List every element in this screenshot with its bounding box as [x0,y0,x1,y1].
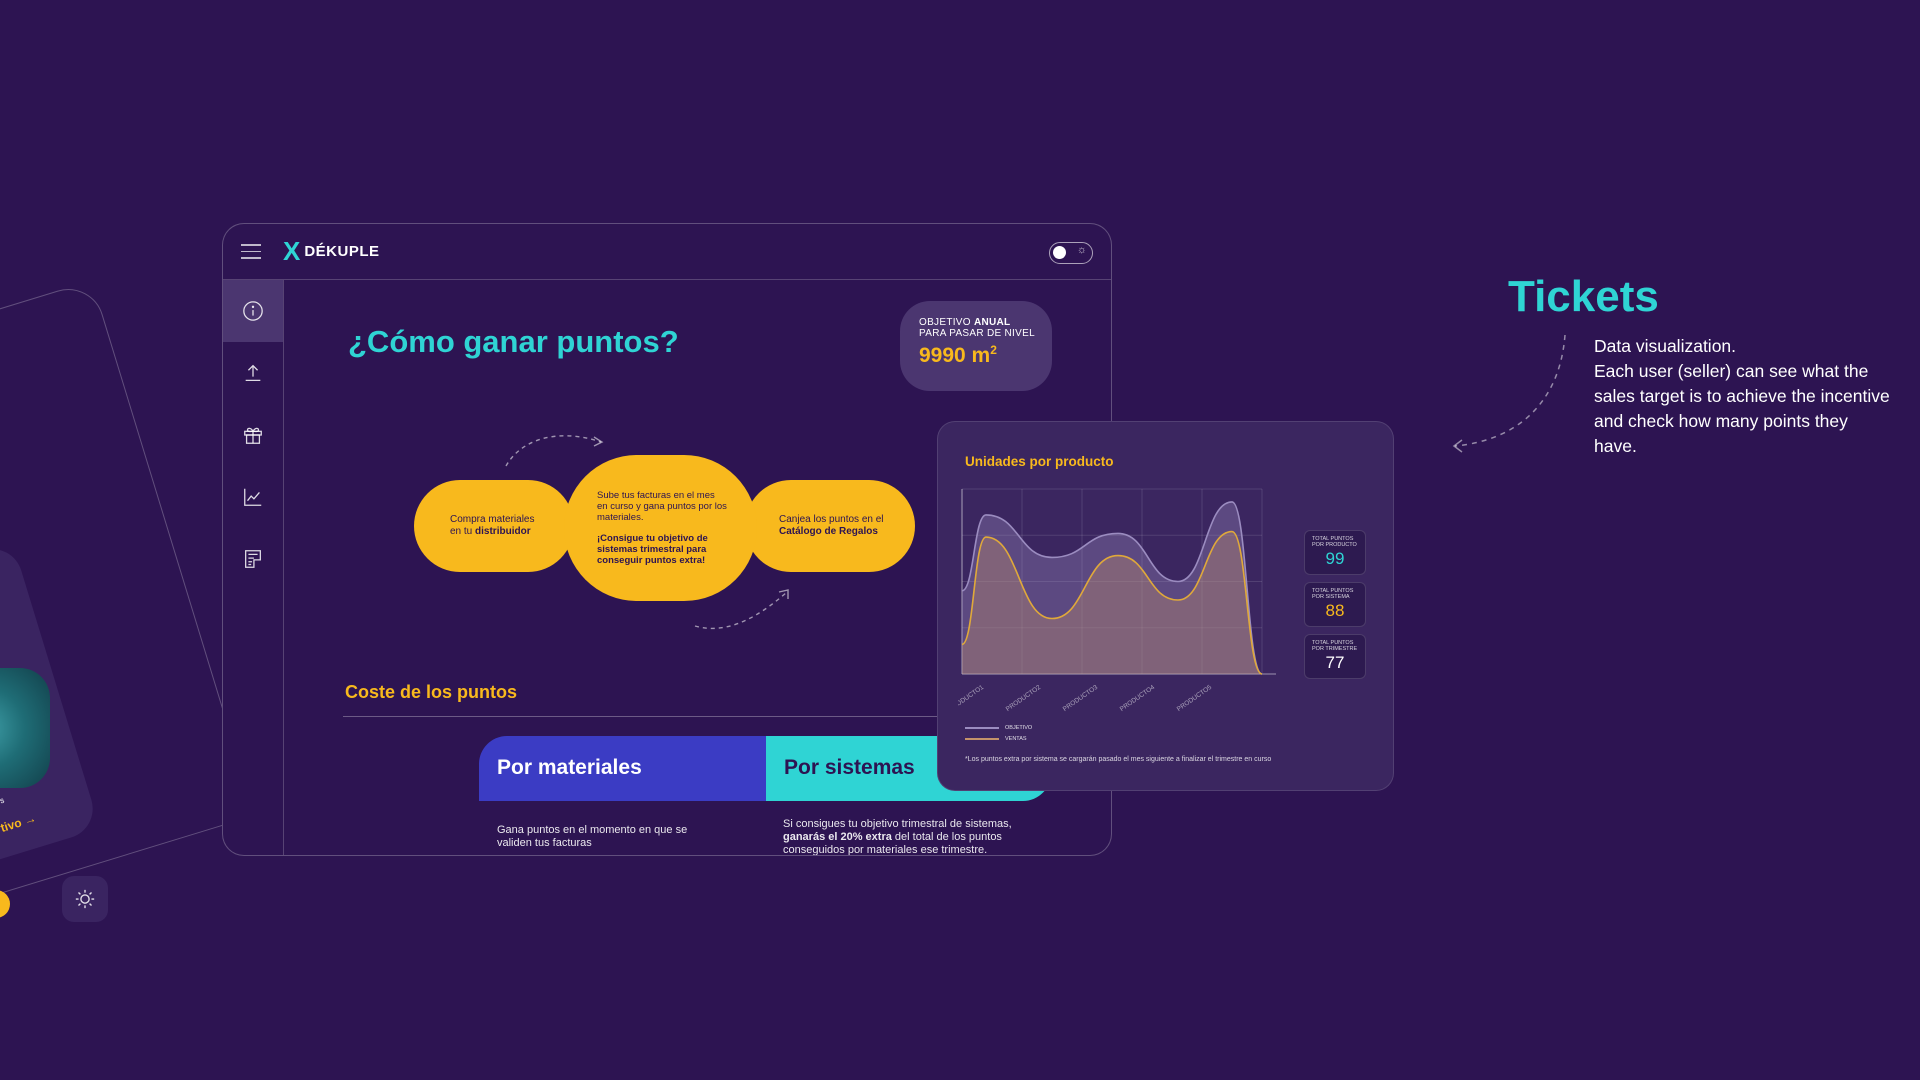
section-description: Data visualization. Each user (seller) c… [1594,336,1890,456]
connector-arrow [1452,334,1566,453]
section-heading: Tickets [1508,272,1659,321]
